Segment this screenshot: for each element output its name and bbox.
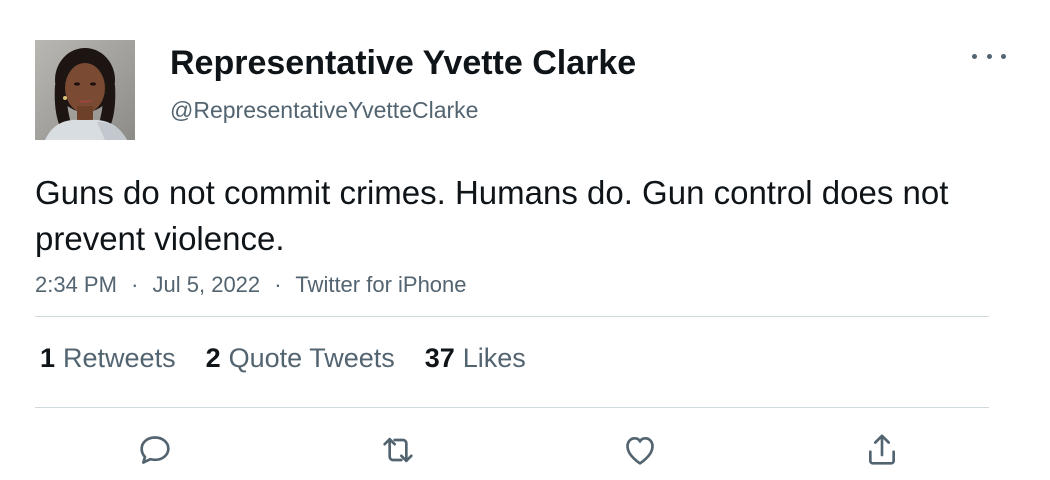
- retweets-stat[interactable]: 1 Retweets: [40, 343, 176, 374]
- divider: [35, 316, 989, 317]
- tweet-text: Guns do not commit crimes. Humans do. Gu…: [35, 174, 949, 257]
- quote-tweets-stat[interactable]: 2 Quote Tweets: [206, 343, 395, 374]
- tweet-source[interactable]: Twitter for iPhone: [295, 272, 466, 297]
- quote-tweets-count: 2: [205, 343, 221, 373]
- divider: [35, 407, 989, 408]
- more-horizontal-icon[interactable]: [972, 46, 1006, 66]
- tweet-meta: 2:34 PM · Jul 5, 2022 · Twitter for iPho…: [35, 272, 467, 298]
- display-name[interactable]: Representative Yvette Clarke: [170, 44, 636, 83]
- engagement-stats: 1 Retweets 2 Quote Tweets 37 Likes: [40, 343, 526, 374]
- user-handle[interactable]: @RepresentativeYvetteClarke: [170, 97, 478, 124]
- reply-icon[interactable]: [135, 430, 175, 470]
- retweets-label: Retweets: [63, 343, 176, 373]
- likes-label: Likes: [462, 343, 526, 373]
- meta-separator: ·: [131, 272, 139, 297]
- heart-icon[interactable]: [620, 430, 660, 470]
- quote-tweets-label: Quote Tweets: [228, 343, 395, 373]
- retweets-count: 1: [40, 343, 56, 373]
- tweet-time[interactable]: 2:34 PM: [35, 272, 117, 297]
- likes-count: 37: [424, 343, 455, 373]
- likes-stat[interactable]: 37 Likes: [425, 343, 526, 374]
- meta-separator: ·: [274, 272, 282, 297]
- tweet-date[interactable]: Jul 5, 2022: [153, 272, 261, 297]
- share-icon[interactable]: [862, 430, 902, 470]
- retweet-icon[interactable]: [378, 430, 418, 470]
- avatar[interactable]: [35, 40, 135, 140]
- avatar-image: [35, 40, 135, 140]
